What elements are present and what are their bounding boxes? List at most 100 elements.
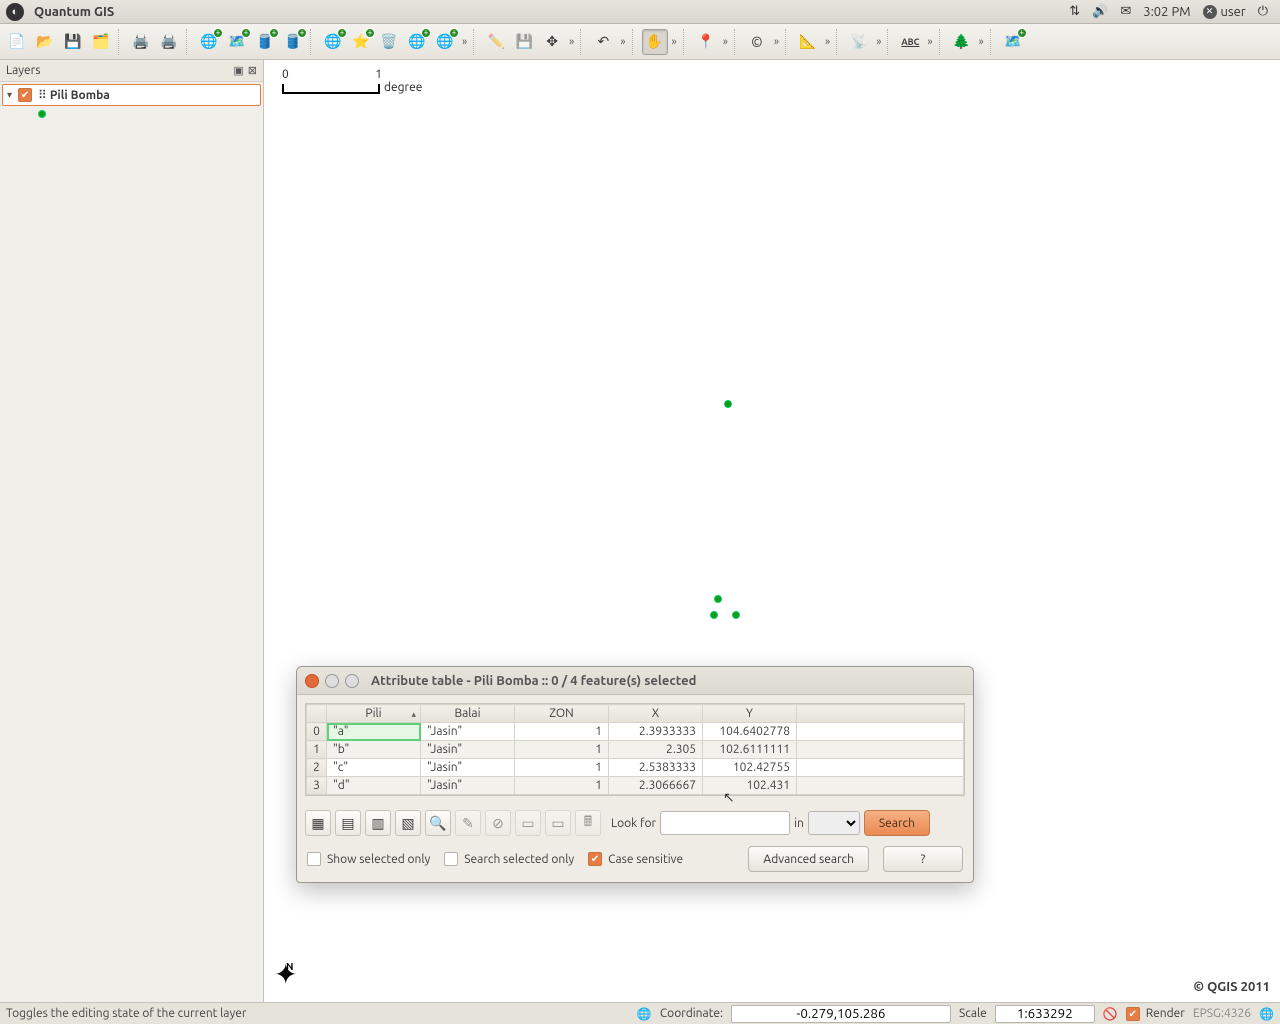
col-header-zon[interactable]: ZON [515,705,609,723]
volume-icon[interactable]: 🔊 [1092,4,1108,19]
layers-panel-title: Layers [6,64,229,77]
add-wms-layer-button[interactable]: 🌐+ [404,29,430,55]
add-vector-layer-button[interactable]: 🌐+ [196,29,222,55]
labeling-button[interactable]: ABC [897,29,923,55]
dialog-close-icon[interactable] [305,674,319,688]
layer-expand-icon[interactable]: ▾ [7,89,12,101]
delete-column-button[interactable]: ▭ [545,810,571,836]
in-select[interactable] [808,811,860,835]
col-header-blank [797,705,964,723]
help-button[interactable]: ? [883,846,963,872]
col-header-pili[interactable]: Pili▴ [327,705,421,723]
add-spatialite-layer-button[interactable]: 🛢️+ [280,29,306,55]
status-bar: Toggles the editing state of the current… [0,1002,1280,1024]
col-header-y[interactable]: Y [703,705,797,723]
move-to-top-button[interactable]: ▤ [335,810,361,836]
map-point [710,611,718,619]
edit-pencil-button[interactable]: ✏️ [483,29,509,55]
new-column-button[interactable]: ▭ [515,810,541,836]
mail-icon[interactable]: ✉ [1120,4,1131,19]
toolbar-overflow-4[interactable]: » [670,36,679,48]
plugin-button-2[interactable]: 🗺️+ [1000,29,1026,55]
dialog-titlebar[interactable]: Attribute table - Pili Bomba :: 0 / 4 fe… [297,667,973,695]
toolbar-overflow-10[interactable]: » [977,36,986,48]
scalebar-min: 0 [282,68,289,81]
network-icon[interactable]: ⇅ [1069,4,1080,19]
search-selected-only-checkbox[interactable]: Search selected only [444,852,574,866]
crs-icon[interactable]: 🌐 [1259,1007,1274,1021]
copyright-tool-button[interactable]: © [744,29,770,55]
ubuntu-logo-icon[interactable]: ◐ [6,3,24,21]
pan-button[interactable]: ✋ [642,29,668,55]
render-checkbox[interactable]: ✔Render [1126,1007,1185,1021]
toolbar-overflow-3[interactable]: » [618,36,627,48]
undo-button[interactable]: ↶ [590,29,616,55]
layers-panel-undock-icon[interactable]: ▣ [233,64,243,77]
power-icon[interactable]: ⏻ [1258,4,1268,19]
gps-button[interactable]: 📡 [846,29,872,55]
delete-selected-button[interactable]: ⊘ [485,810,511,836]
coordinate-label: Coordinate: [660,1007,723,1020]
layer-name: Pili Bomba [50,89,110,102]
composer-manager-button[interactable]: 🖨️ [156,29,182,55]
search-button[interactable]: Search [864,810,930,836]
lookfor-input[interactable] [660,811,790,835]
stop-render-icon[interactable]: 🚫 [1103,1007,1118,1021]
copy-rows-button[interactable]: ▧ [395,810,421,836]
table-row: 0 "a" "Jasin" 1 2.3933333 104.6402778 [307,723,964,741]
add-postgis-layer-button[interactable]: 🛢️+ [252,29,278,55]
dialog-minimize-icon[interactable] [325,674,339,688]
toolbar-overflow-8[interactable]: » [874,36,883,48]
layers-panel-close-icon[interactable]: ⊠ [248,64,257,77]
invert-selection-button[interactable]: ▥ [365,810,391,836]
toolbar-overflow-2[interactable]: » [567,36,576,48]
user-menu[interactable]: ✕user [1203,5,1246,19]
open-project-button[interactable]: 📂 [32,29,58,55]
add-raster-layer-button[interactable]: 🗺️+ [224,29,250,55]
scale-input[interactable] [995,1005,1095,1023]
print-composer-button[interactable]: 🖨️ [128,29,154,55]
map-point [714,595,722,603]
crs-label[interactable]: EPSG:4326 [1193,1007,1251,1020]
extents-icon[interactable]: 🌐 [637,1007,652,1021]
status-hint: Toggles the editing state of the current… [6,1007,246,1020]
measure-button[interactable]: 📐 [795,29,821,55]
layer-item-pili-bomba[interactable]: ▾ ✔ ⠿ Pili Bomba [2,84,261,106]
map-copyright: © QGIS 2011 [1194,980,1270,994]
new-project-button[interactable]: 📄 [4,29,30,55]
north-arrow-icon: N ✦ [274,967,297,984]
toolbar-overflow-9[interactable]: » [925,36,934,48]
toolbar-overflow-1[interactable]: » [460,36,469,48]
toggle-editing-button[interactable]: ✎ [455,810,481,836]
move-feature-button[interactable]: ✥ [539,29,565,55]
save-edits-button[interactable]: 💾 [511,29,537,55]
layer-visibility-checkbox[interactable]: ✔ [18,88,32,102]
new-vector-layer-button[interactable]: 🌐+ [320,29,346,55]
clock[interactable]: 3:02 PM [1143,5,1190,19]
toolbar-overflow-6[interactable]: » [772,36,781,48]
dialog-maximize-icon[interactable] [345,674,359,688]
add-wfs-layer-button[interactable]: 🌐+ [432,29,458,55]
app-title: Quantum GIS [34,5,114,19]
col-header-balai[interactable]: Balai [421,705,515,723]
remove-layer-button[interactable]: 🗑️ [376,29,402,55]
unselect-all-button[interactable]: ▦ [305,810,331,836]
advanced-search-button[interactable]: Advanced search [748,846,869,872]
identify-button[interactable]: 📍 [693,29,719,55]
toolbar-overflow-5[interactable]: » [721,36,730,48]
coordinate-input[interactable] [731,1005,951,1023]
case-sensitive-checkbox[interactable]: ✔Case sensitive [588,852,683,866]
col-header-x[interactable]: X [609,705,703,723]
save-as-button[interactable]: 🗂️ [88,29,114,55]
plugin-button-1[interactable]: 🌲 [949,29,975,55]
new-bookmark-button[interactable]: ⭐+ [348,29,374,55]
toolbar-overflow-7[interactable]: » [823,36,832,48]
dialog-title: Attribute table - Pili Bomba :: 0 / 4 fe… [371,674,696,688]
layer-legend-dot-icon [38,110,46,118]
save-project-button[interactable]: 💾 [60,29,86,55]
main-toolbar: 📄 📂 💾 🗂️ 🖨️ 🖨️ 🌐+ 🗺️+ 🛢️+ 🛢️+ 🌐+ ⭐+ 🗑️ 🌐… [0,24,1280,60]
show-selected-only-checkbox[interactable]: Show selected only [307,852,430,866]
attribute-grid[interactable]: Pili▴ Balai ZON X Y 0 "a" "Jasin" 1 2.39… [305,703,965,796]
zoom-to-selected-button[interactable]: 🔍 [425,810,451,836]
field-calculator-button[interactable]: 🖩 [575,810,601,836]
